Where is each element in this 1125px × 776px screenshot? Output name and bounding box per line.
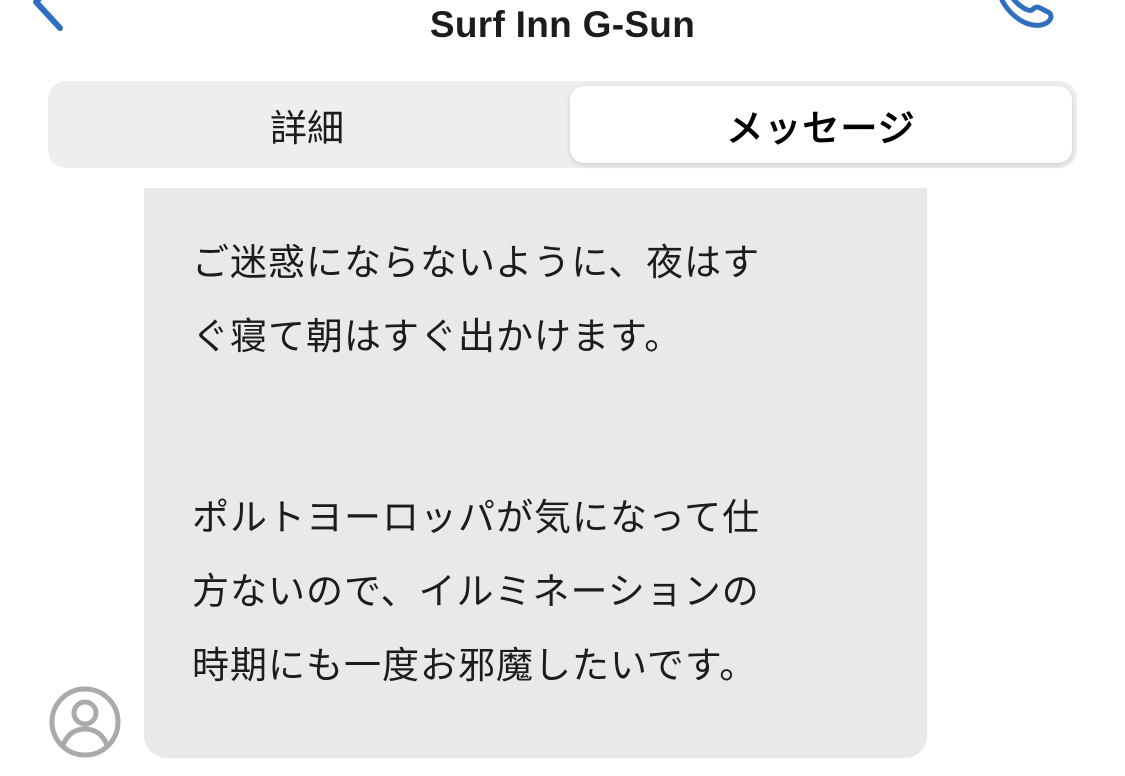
- tab-messages[interactable]: メッセージ: [570, 86, 1072, 163]
- message-line: ご迷惑にならないように、夜はす: [192, 241, 761, 284]
- segmented-control: 詳細 メッセージ: [48, 81, 1077, 168]
- message-line: 時期にも一度お邪魔したいです。: [192, 644, 758, 687]
- call-button[interactable]: [988, 0, 1058, 30]
- avatar[interactable]: [48, 685, 122, 759]
- person-icon: [49, 686, 121, 758]
- page-title: Surf Inn G-Sun: [429, 4, 696, 45]
- phone-icon: [999, 0, 1054, 28]
- message-line: 方ないので、イルミネーションの: [192, 570, 760, 613]
- message-line: ポルトヨーロッパが気になって仕: [192, 496, 761, 539]
- tab-details[interactable]: 詳細: [53, 86, 561, 163]
- message-bubble: ご迷惑にならないように、夜はす ぐ寝て朝はすぐ出かけます。 ポルトヨーロッパが気…: [144, 188, 927, 758]
- screen: Surf Inn G-Sun 詳細 メッセージ ご迷惑にならないように、夜はす …: [0, 0, 1125, 776]
- message-line: ぐ寝て朝はすぐ出かけます。: [192, 315, 683, 358]
